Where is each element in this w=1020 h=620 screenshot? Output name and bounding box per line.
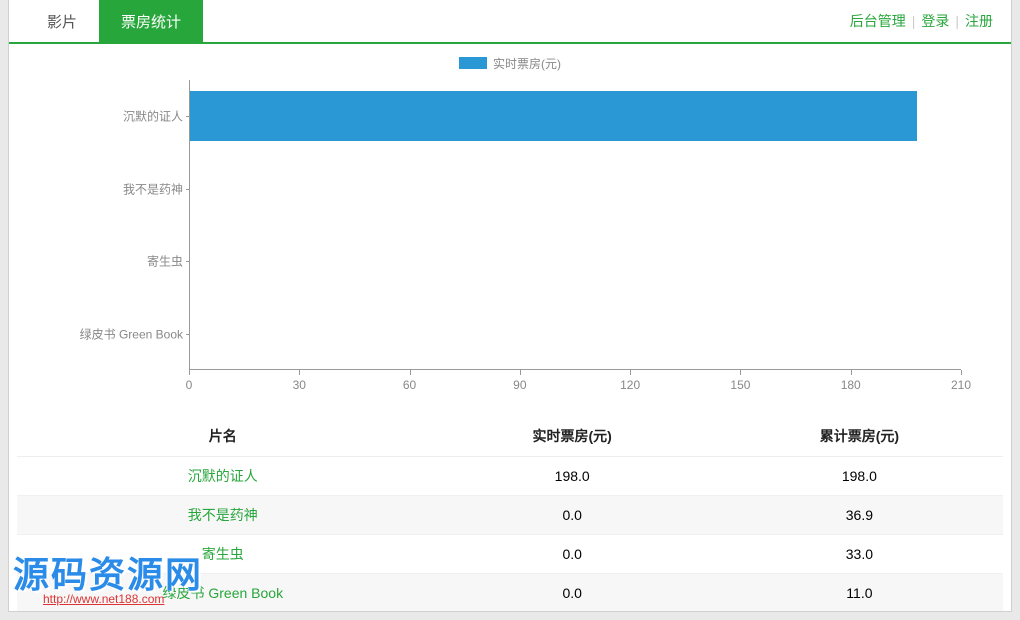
tab-box-office-stats[interactable]: 票房统计 xyxy=(99,0,203,42)
plot-inner xyxy=(189,80,961,370)
cell-total: 36.9 xyxy=(716,496,1003,535)
col-total: 累计票房(元) xyxy=(716,416,1003,457)
chart-legend[interactable]: 实时票房(元) xyxy=(39,52,981,74)
table-row: 沉默的证人198.0198.0 xyxy=(17,457,1003,496)
link-login[interactable]: 登录 xyxy=(921,11,949,31)
table-row: 我不是药神0.036.9 xyxy=(17,496,1003,535)
col-realtime: 实时票房(元) xyxy=(429,416,716,457)
cell-realtime: 0.0 xyxy=(429,535,716,574)
cell-movie-name[interactable]: 绿皮书 Green Book xyxy=(17,574,429,613)
table-row: 绿皮书 Green Book0.011.0 xyxy=(17,574,1003,613)
legend-swatch xyxy=(459,57,487,69)
y-axis-category: 寄生虫 xyxy=(147,253,183,270)
legend-label: 实时票房(元) xyxy=(493,55,561,72)
x-axis-tick-label: 30 xyxy=(293,378,306,392)
cell-movie-name[interactable]: 我不是药神 xyxy=(17,496,429,535)
nav-tabs: 影片 票房统计 xyxy=(25,0,203,42)
link-admin[interactable]: 后台管理 xyxy=(850,11,906,31)
y-axis-category: 我不是药神 xyxy=(123,180,183,197)
x-axis-tick-label: 180 xyxy=(841,378,861,392)
page-frame: 影片 票房统计 后台管理 | 登录 | 注册 实时票房(元) 沉默的证人我不是药… xyxy=(8,0,1012,612)
x-axis-tick-label: 90 xyxy=(513,378,526,392)
x-axis-tick-label: 150 xyxy=(730,378,750,392)
x-axis-tick-label: 210 xyxy=(951,378,971,392)
cell-movie-name[interactable]: 寄生虫 xyxy=(17,535,429,574)
box-office-table: 片名 实时票房(元) 累计票房(元) 沉默的证人198.0198.0我不是药神0… xyxy=(17,416,1003,612)
top-links: 后台管理 | 登录 | 注册 xyxy=(850,0,1003,42)
separator: | xyxy=(912,13,916,29)
cell-movie-name[interactable]: 沉默的证人 xyxy=(17,457,429,496)
table-row: 寄生虫0.033.0 xyxy=(17,535,1003,574)
cell-total: 33.0 xyxy=(716,535,1003,574)
link-register[interactable]: 注册 xyxy=(965,11,993,31)
y-axis-labels: 沉默的证人我不是药神寄生虫绿皮书 Green Book xyxy=(39,80,189,370)
x-axis-tick-label: 0 xyxy=(186,378,193,392)
tab-movies[interactable]: 影片 xyxy=(25,0,99,42)
cell-total: 11.0 xyxy=(716,574,1003,613)
cell-total: 198.0 xyxy=(716,457,1003,496)
x-axis-tick-label: 120 xyxy=(620,378,640,392)
chart-plot: 沉默的证人我不是药神寄生虫绿皮书 Green Book 0 30 60 90 120 15… xyxy=(39,80,981,400)
separator: | xyxy=(955,13,959,29)
x-axis-tick-label: 60 xyxy=(403,378,416,392)
cell-realtime: 0.0 xyxy=(429,574,716,613)
cell-realtime: 198.0 xyxy=(429,457,716,496)
y-axis-category: 绿皮书 Green Book xyxy=(80,325,183,342)
chart-area: 实时票房(元) 沉默的证人我不是药神寄生虫绿皮书 Green Book 0 30 6… xyxy=(9,44,1011,414)
table-header-row: 片名 实时票房(元) 累计票房(元) xyxy=(17,416,1003,457)
y-axis-category: 沉默的证人 xyxy=(123,108,183,125)
cell-realtime: 0.0 xyxy=(429,496,716,535)
topbar: 影片 票房统计 后台管理 | 登录 | 注册 xyxy=(9,0,1011,44)
chart-bar[interactable] xyxy=(190,91,917,141)
x-axis: 0306090120150180210 xyxy=(189,370,961,400)
col-name: 片名 xyxy=(17,416,429,457)
